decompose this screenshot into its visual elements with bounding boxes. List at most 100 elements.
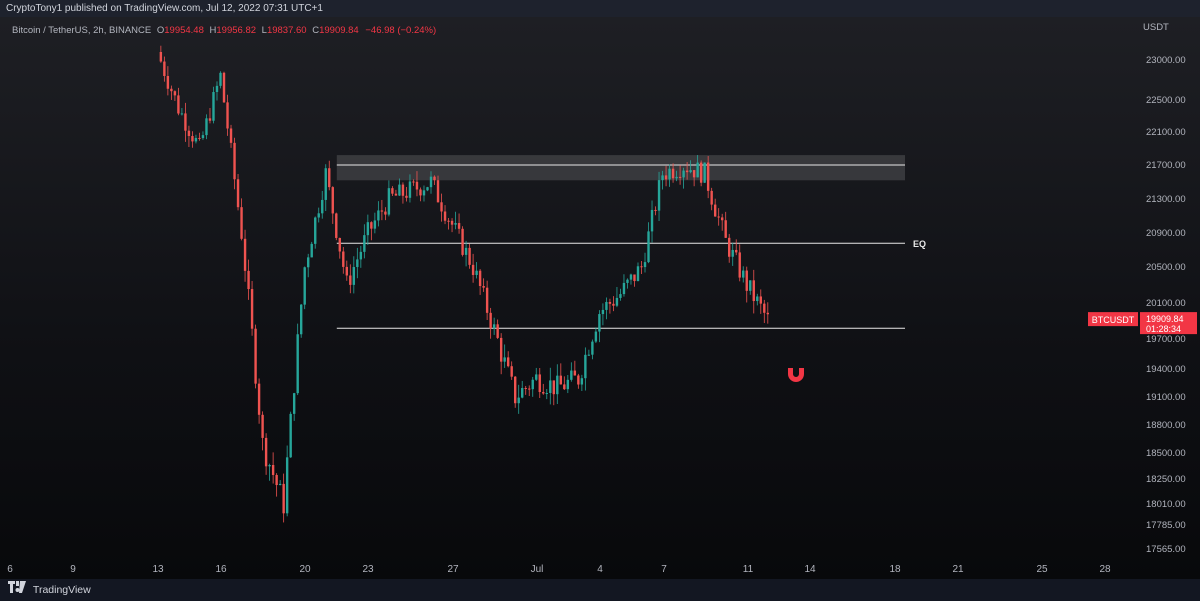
candle-body[interactable]	[163, 61, 166, 76]
candle-body[interactable]	[742, 270, 745, 278]
candle-body[interactable]	[661, 175, 664, 181]
candle-body[interactable]	[419, 189, 422, 196]
candle-body[interactable]	[535, 374, 538, 380]
candle-body[interactable]	[401, 184, 405, 196]
candle-body[interactable]	[629, 274, 633, 280]
candle-body[interactable]	[335, 213, 338, 238]
candle-body[interactable]	[475, 270, 478, 275]
candle-body[interactable]	[668, 168, 671, 180]
candle-body[interactable]	[703, 162, 706, 183]
candle-body[interactable]	[384, 211, 387, 215]
candle-body[interactable]	[314, 217, 317, 244]
candle-body[interactable]	[250, 289, 254, 329]
candle-body[interactable]	[429, 176, 433, 188]
candle-body[interactable]	[191, 136, 194, 142]
candle-body[interactable]	[212, 92, 215, 121]
candle-body[interactable]	[321, 199, 324, 214]
candle-body[interactable]	[215, 85, 219, 93]
candle-body[interactable]	[229, 128, 233, 143]
candle-body[interactable]	[478, 270, 482, 287]
candle-body[interactable]	[563, 384, 566, 390]
candle-body[interactable]	[738, 252, 741, 278]
candle-body[interactable]	[208, 118, 212, 121]
candle-body[interactable]	[405, 195, 408, 198]
candle-body[interactable]	[391, 188, 394, 194]
candle-body[interactable]	[538, 374, 541, 393]
chart-area[interactable]: USDT 23000.00 22500.00 22100.00 21700.00 2130…	[0, 17, 1200, 579]
candle-body[interactable]	[591, 341, 594, 355]
price-chart[interactable]: USDT 23000.00 22500.00 22100.00 21700.00 2130…	[0, 17, 1200, 579]
candle-body[interactable]	[366, 222, 370, 236]
candle-body[interactable]	[268, 464, 271, 467]
candle-body[interactable]	[749, 280, 752, 291]
candle-body[interactable]	[412, 181, 415, 183]
candle-body[interactable]	[356, 259, 359, 268]
candle-body[interactable]	[408, 181, 412, 198]
candle-body[interactable]	[282, 483, 285, 514]
candle-body[interactable]	[626, 279, 629, 283]
candle-body[interactable]	[310, 243, 313, 258]
candle-body[interactable]	[299, 304, 303, 335]
resistance-zone[interactable]	[336, 155, 905, 181]
candle-body[interactable]	[233, 142, 236, 180]
candle-body[interactable]	[720, 217, 724, 221]
candle-body[interactable]	[177, 95, 180, 114]
candle-body[interactable]	[763, 303, 766, 313]
candle-body[interactable]	[394, 193, 398, 196]
candle-body[interactable]	[450, 220, 454, 225]
candle-body[interactable]	[422, 190, 426, 196]
candle-body[interactable]	[205, 118, 208, 136]
candle-body[interactable]	[580, 378, 584, 385]
candle-body[interactable]	[219, 72, 222, 86]
candle-body[interactable]	[654, 209, 657, 211]
candle-body[interactable]	[359, 251, 363, 260]
candle-body[interactable]	[492, 324, 496, 329]
candle-body[interactable]	[328, 168, 331, 188]
candle-body[interactable]	[342, 251, 345, 267]
magnet-icon[interactable]	[788, 368, 804, 382]
candle-body[interactable]	[226, 102, 229, 129]
candle-body[interactable]	[556, 375, 559, 395]
candle-body[interactable]	[349, 275, 352, 285]
candle-body[interactable]	[247, 270, 250, 290]
candle-body[interactable]	[735, 249, 738, 253]
candle-body[interactable]	[198, 137, 201, 139]
candle-body[interactable]	[692, 170, 696, 178]
candle-body[interactable]	[622, 282, 626, 295]
candle-body[interactable]	[685, 170, 689, 173]
candle-body[interactable]	[254, 328, 257, 384]
candle-body[interactable]	[433, 176, 436, 181]
candle-body[interactable]	[464, 247, 468, 255]
candle-body[interactable]	[443, 211, 447, 221]
candle-body[interactable]	[426, 187, 429, 191]
candle-body[interactable]	[650, 209, 654, 232]
candle-body[interactable]	[296, 334, 299, 394]
candle-body[interactable]	[370, 222, 373, 229]
candle-body[interactable]	[485, 287, 489, 313]
candle-body[interactable]	[352, 267, 356, 285]
candle-body[interactable]	[678, 176, 682, 178]
candle-body[interactable]	[324, 168, 327, 200]
candle-body[interactable]	[170, 88, 173, 92]
candle-body[interactable]	[222, 72, 226, 103]
candle-body[interactable]	[468, 247, 471, 265]
candle-body[interactable]	[615, 297, 619, 306]
candle-body[interactable]	[159, 52, 163, 62]
candle-body[interactable]	[345, 266, 348, 276]
candle-body[interactable]	[696, 162, 699, 178]
candle-body[interactable]	[640, 266, 643, 268]
candle-body[interactable]	[496, 324, 499, 338]
candle-body[interactable]	[675, 176, 678, 179]
candle-body[interactable]	[549, 380, 552, 393]
candle-body[interactable]	[292, 393, 296, 414]
candle-body[interactable]	[566, 379, 570, 390]
candle-body[interactable]	[542, 392, 545, 394]
candle-body[interactable]	[647, 231, 650, 263]
candle-body[interactable]	[573, 370, 577, 376]
candle-body[interactable]	[766, 312, 769, 315]
candle-body[interactable]	[240, 207, 243, 239]
candle-body[interactable]	[682, 170, 685, 178]
candle-body[interactable]	[517, 397, 520, 404]
candle-body[interactable]	[187, 130, 191, 137]
candle-body[interactable]	[415, 181, 419, 190]
